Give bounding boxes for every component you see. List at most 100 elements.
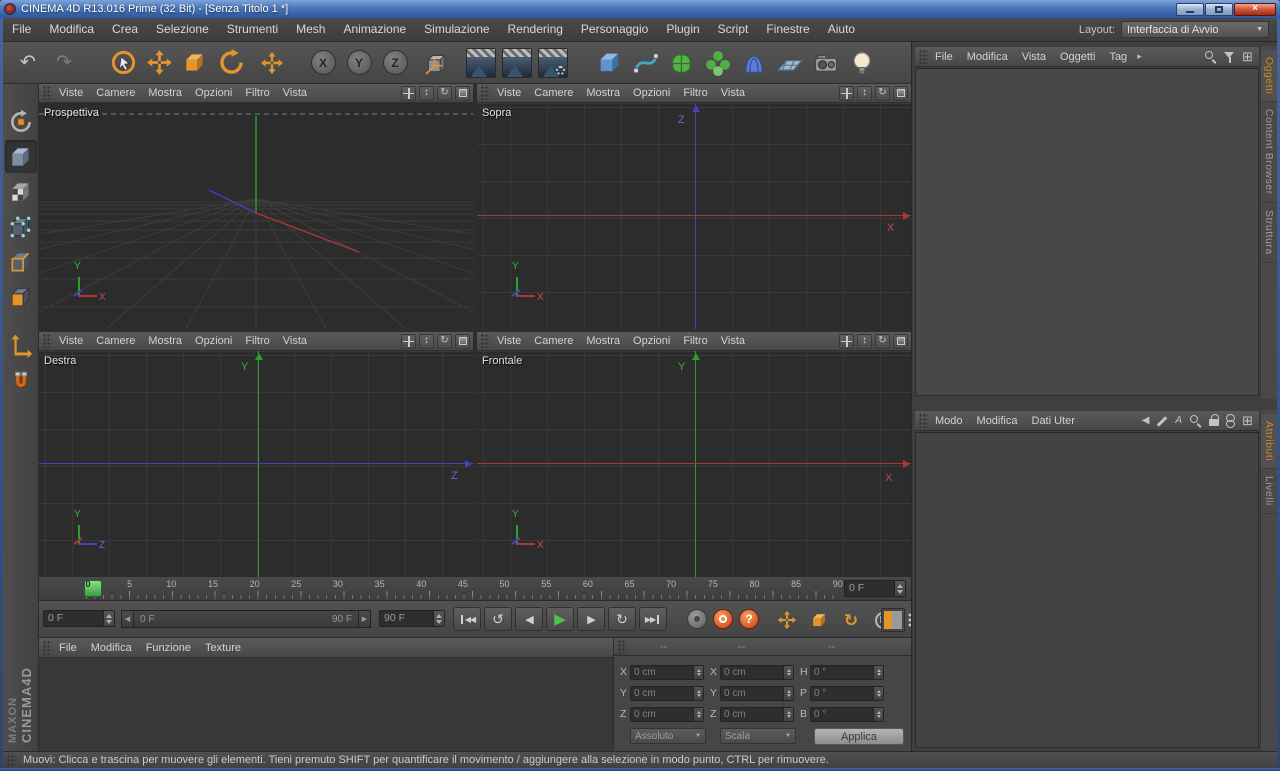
- history-back-icon[interactable]: ◀: [1142, 415, 1150, 426]
- viewport-perspective-canvas[interactable]: Prospettiva Y X: [39, 103, 473, 329]
- menu-aiuto[interactable]: Aiuto: [819, 18, 864, 41]
- coord-mode-select[interactable]: Assoluto ▼: [630, 728, 706, 744]
- panel-grip[interactable]: [618, 639, 627, 654]
- tab-content-browser[interactable]: Content Browser: [1261, 102, 1277, 204]
- menu-finestre[interactable]: Finestre: [757, 18, 818, 41]
- vp-menu-viste[interactable]: Viste: [497, 335, 521, 347]
- pan-view-icon[interactable]: [839, 85, 854, 101]
- vp-menu-viste[interactable]: Viste: [497, 87, 521, 99]
- render-view-button[interactable]: [464, 44, 498, 82]
- menu-script[interactable]: Script: [709, 18, 758, 41]
- redo-button[interactable]: ↷: [47, 44, 81, 82]
- viewport-right-canvas[interactable]: Y Z Destra Y Z: [39, 351, 473, 577]
- panel-grip[interactable]: [481, 334, 490, 348]
- add-subdivision-surface-button[interactable]: [665, 44, 699, 82]
- points-mode-button[interactable]: [5, 210, 37, 243]
- menu-plugin[interactable]: Plugin: [657, 18, 708, 41]
- spinner-stepper[interactable]: [783, 686, 793, 700]
- vp-menu-camere[interactable]: Camere: [534, 335, 573, 347]
- mat-menu-funzione[interactable]: Funzione: [146, 642, 191, 654]
- make-editable-button[interactable]: [5, 105, 37, 138]
- key-rotation-toggle[interactable]: ↻: [839, 608, 863, 632]
- search-icon[interactable]: [1189, 414, 1202, 427]
- size-x-field[interactable]: 0 cm: [720, 664, 794, 680]
- scale-tool-button[interactable]: [178, 44, 212, 82]
- next-frame-button[interactable]: ▶: [577, 607, 605, 631]
- rotation-p-field[interactable]: 0 °: [810, 685, 884, 701]
- vp-menu-vista[interactable]: Vista: [721, 335, 745, 347]
- maximize-view-icon[interactable]: [455, 85, 470, 101]
- panel-grip[interactable]: [43, 640, 52, 655]
- position-z-field[interactable]: 0 cm: [630, 706, 704, 722]
- range-handle[interactable]: 0 F 90 F: [133, 611, 359, 627]
- enable-axis-button[interactable]: [5, 329, 37, 362]
- title-bar[interactable]: CINEMA 4D R13.016 Prime (32 Bit) - [Senz…: [0, 0, 1280, 18]
- menu-file[interactable]: File: [3, 18, 40, 41]
- spinner-stepper[interactable]: [894, 581, 905, 596]
- maximize-view-icon[interactable]: [893, 333, 908, 349]
- panel-grip[interactable]: [7, 754, 16, 766]
- rotate-view-icon[interactable]: ↻: [875, 85, 890, 101]
- vp-menu-vista[interactable]: Vista: [283, 87, 307, 99]
- coordinate-system-button[interactable]: [419, 44, 453, 82]
- vp-menu-camere[interactable]: Camere: [534, 87, 573, 99]
- object-list-area[interactable]: [915, 68, 1259, 396]
- render-picture-viewer-button[interactable]: [500, 44, 534, 82]
- range-left-arrow-icon[interactable]: ◀: [122, 611, 133, 627]
- maximize-view-icon[interactable]: [893, 85, 908, 101]
- spinner-stepper[interactable]: [783, 707, 793, 721]
- model-mode-button[interactable]: [4, 140, 37, 173]
- viewport-top-canvas[interactable]: Z X Sopra Y X: [477, 103, 911, 329]
- timeline-mode-icon[interactable]: [881, 608, 905, 632]
- pan-view-icon[interactable]: [401, 85, 416, 101]
- previous-key-button[interactable]: ↺: [484, 607, 512, 631]
- maximize-button[interactable]: [1205, 2, 1233, 16]
- menu-animazione[interactable]: Animazione: [334, 18, 415, 41]
- current-tool-button[interactable]: [255, 44, 289, 82]
- vp-menu-mostra[interactable]: Mostra: [586, 87, 620, 99]
- move-tool-button[interactable]: [142, 44, 176, 82]
- zoom-view-icon[interactable]: ↕: [419, 333, 434, 349]
- next-key-button[interactable]: ↻: [608, 607, 636, 631]
- vp-menu-filtro[interactable]: Filtro: [683, 87, 707, 99]
- spinner-stepper[interactable]: [783, 665, 793, 679]
- render-settings-button[interactable]: [536, 44, 570, 82]
- vp-menu-opzioni[interactable]: Opzioni: [195, 335, 232, 347]
- range-right-arrow-icon[interactable]: ▶: [359, 611, 370, 627]
- am-menu-modifica[interactable]: Modifica: [977, 415, 1018, 427]
- add-environment-button[interactable]: [773, 44, 807, 82]
- panel-grip[interactable]: [43, 334, 52, 348]
- add-cube-button[interactable]: [593, 44, 627, 82]
- zoom-view-icon[interactable]: ↕: [419, 85, 434, 101]
- lock-icon[interactable]: [1209, 414, 1220, 427]
- minimize-button[interactable]: [1176, 2, 1204, 16]
- layout-select[interactable]: Interfaccia di Avvio ▼: [1121, 21, 1269, 38]
- rotation-b-field[interactable]: 0 °: [810, 706, 884, 722]
- mat-menu-file[interactable]: File: [59, 642, 77, 654]
- material-list-area[interactable]: [39, 658, 613, 751]
- spinner-stepper[interactable]: [103, 611, 114, 626]
- undo-button[interactable]: ↶: [11, 44, 45, 82]
- frame-field[interactable]: 0 F: [43, 610, 115, 627]
- texture-mode-button[interactable]: [5, 175, 37, 208]
- vp-menu-opzioni[interactable]: Opzioni: [195, 87, 232, 99]
- vp-menu-mostra[interactable]: Mostra: [148, 335, 182, 347]
- position-x-field[interactable]: 0 cm: [630, 664, 704, 680]
- goto-start-button[interactable]: ◀◀: [453, 607, 481, 631]
- spinner-stepper[interactable]: [693, 707, 703, 721]
- add-spline-button[interactable]: [629, 44, 663, 82]
- edit-icon[interactable]: [1156, 415, 1168, 427]
- add-camera-button[interactable]: [809, 44, 843, 82]
- tab-oggetti[interactable]: Oggetti: [1261, 50, 1277, 103]
- add-array-button[interactable]: [701, 44, 735, 82]
- panel-menu-icon[interactable]: ⊞: [1242, 414, 1253, 427]
- maximize-view-icon[interactable]: [455, 333, 470, 349]
- size-z-field[interactable]: 0 cm: [720, 706, 794, 722]
- panel-grip[interactable]: [481, 86, 490, 100]
- timeline-ruler[interactable]: 05 10 15 20 25 30 35 40 45 50 55 60 65 70 75 80…: [39, 577, 911, 601]
- mat-menu-modifica[interactable]: Modifica: [91, 642, 132, 654]
- attribute-area[interactable]: [915, 432, 1259, 748]
- vp-menu-viste[interactable]: Viste: [59, 87, 83, 99]
- previous-frame-button[interactable]: ◀: [515, 607, 543, 631]
- pan-view-icon[interactable]: [401, 333, 416, 349]
